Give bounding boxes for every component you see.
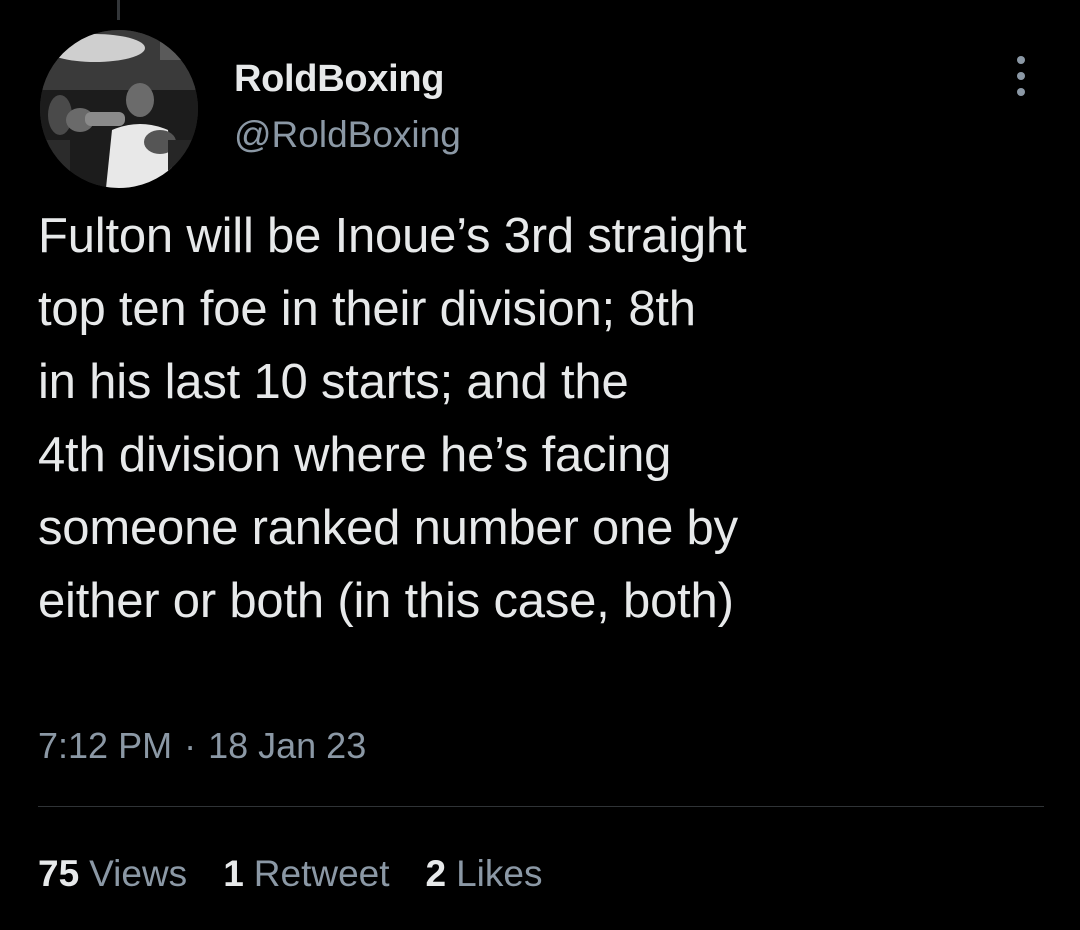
tweet-stats: 75 Views 1 Retweet 2 Likes [38, 850, 542, 898]
display-name[interactable]: RoldBoxing [234, 55, 461, 103]
views-stat[interactable]: 75 Views [38, 850, 187, 898]
more-dot [1017, 72, 1025, 80]
avatar[interactable] [40, 30, 198, 188]
retweets-stat[interactable]: 1 Retweet [223, 850, 389, 898]
likes-label: Likes [456, 853, 543, 894]
views-count: 75 [38, 853, 80, 894]
boxer-photo-icon [40, 30, 198, 188]
tweet-text: Fulton will be Inoue’s 3rd straight top … [38, 209, 747, 628]
tweet-date[interactable]: 18 Jan 23 [208, 725, 366, 766]
likes-stat[interactable]: 2 Likes [426, 850, 543, 898]
divider [38, 806, 1044, 807]
retweets-count: 1 [223, 853, 244, 894]
meta-separator: · [184, 725, 197, 766]
tweet-time[interactable]: 7:12 PM [38, 725, 172, 766]
user-handle[interactable]: @RoldBoxing [234, 111, 461, 159]
more-dot [1017, 56, 1025, 64]
retweets-label: Retweet [253, 853, 390, 894]
tweet-author: RoldBoxing @RoldBoxing [234, 55, 461, 159]
tweet-timestamp: 7:12 PM · 18 Jan 23 [38, 722, 366, 770]
likes-count: 2 [425, 853, 447, 894]
more-options-icon[interactable] [1002, 52, 1040, 100]
thread-connector-line [117, 0, 120, 20]
views-label: Views [89, 853, 188, 894]
more-dot [1017, 88, 1025, 96]
